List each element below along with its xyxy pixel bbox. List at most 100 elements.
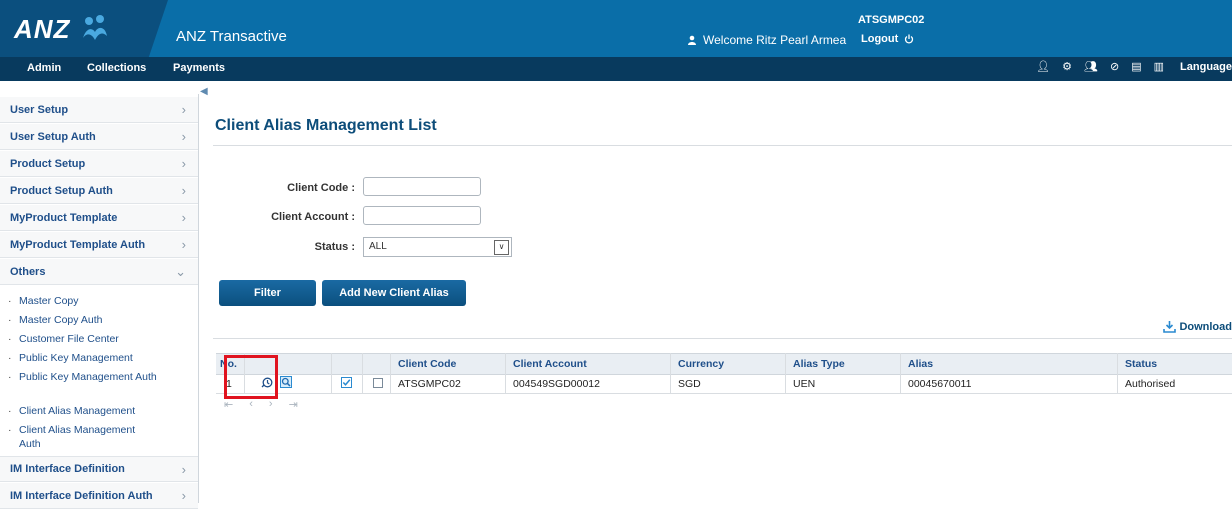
- row-select-checkbox[interactable]: [373, 378, 383, 388]
- cell-currency: SGD: [678, 378, 701, 390]
- sidebar-item-label: Others: [10, 265, 46, 278]
- profile-icon[interactable]: 👤︎: [1036, 60, 1050, 73]
- chevron-right-icon: ›: [181, 102, 186, 117]
- block-icon[interactable]: ⊘: [1110, 60, 1119, 73]
- sidebar-item-user-setup[interactable]: User Setup ›: [0, 97, 198, 123]
- sidebar-subitem-client-alias-management[interactable]: Client Alias Management: [8, 404, 193, 418]
- add-new-client-alias-button[interactable]: Add New Client Alias: [322, 280, 466, 306]
- column-header-alias[interactable]: Alias: [908, 358, 933, 370]
- column-header-client-code[interactable]: Client Code: [398, 358, 456, 370]
- cell-status: Authorised: [1125, 378, 1176, 390]
- sidebar-item-im-interface-definition[interactable]: IM Interface Definition ›: [0, 456, 198, 482]
- chevron-right-icon: ›: [181, 183, 186, 198]
- chevron-down-icon: ∨: [494, 240, 509, 255]
- chevron-right-icon: ›: [181, 237, 186, 252]
- table-row[interactable]: 1 ATSGMPC02 004549SGD00012 SGD UEN 00045…: [216, 374, 1232, 394]
- sidebar-item-label: IM Interface Definition: [10, 463, 125, 475]
- sidebar-item-label: MyProduct Template Auth: [10, 238, 146, 251]
- client-account-input[interactable]: [363, 206, 481, 225]
- sidebar-subitem-customer-file-center[interactable]: Customer File Center: [8, 332, 193, 346]
- magnifier-icon[interactable]: [280, 376, 292, 388]
- logo-text: ANZ: [14, 14, 71, 44]
- sidebar-subitem-label: Public Key Management: [19, 352, 133, 364]
- sidebar-subitem-client-alias-management-auth[interactable]: Client Alias Management Auth: [8, 423, 158, 451]
- sidebar-item-label: Product Setup: [10, 157, 86, 170]
- sidebar-item-others[interactable]: Others ⌄: [0, 259, 198, 285]
- download-icon: [1163, 321, 1177, 333]
- sidebar-subitem-public-key-management[interactable]: Public Key Management: [8, 351, 193, 365]
- welcome-message: Welcome Ritz Pearl Armea: [687, 33, 846, 47]
- sidebar-item-myproduct-template[interactable]: MyProduct Template ›: [0, 205, 198, 231]
- sidebar-item-label: User Setup: [10, 103, 69, 116]
- language-menu[interactable]: Language: [1180, 61, 1232, 73]
- column-header-alias-type[interactable]: Alias Type: [793, 358, 845, 370]
- nav-toolbar: 👤︎ ⚙ 👥︎ ⊘ ▤ ▥ Language: [1036, 60, 1232, 74]
- export-icon[interactable]: ▤: [1131, 60, 1141, 73]
- chevron-right-icon: ›: [181, 129, 186, 144]
- sidebar-subitem-label: Public Key Management Auth: [19, 371, 157, 383]
- client-code-label: Client Code :: [287, 182, 355, 194]
- sidebar-subitem-public-key-management-auth[interactable]: Public Key Management Auth: [8, 370, 158, 384]
- status-select-value: ALL: [369, 241, 387, 252]
- anz-logo: ANZ: [0, 0, 168, 60]
- sidebar-subitem-label: Master Copy Auth: [19, 314, 103, 326]
- collapse-sidebar-icon[interactable]: ◀: [200, 86, 208, 97]
- previous-page-icon[interactable]: ‹: [249, 398, 253, 410]
- sidebar-item-label: User Setup Auth: [10, 130, 96, 143]
- last-page-icon[interactable]: ⇥: [289, 398, 298, 411]
- sidebar-subitem-label: Customer File Center: [19, 333, 119, 345]
- divider: [213, 338, 1232, 339]
- nav-admin[interactable]: Admin: [27, 62, 61, 74]
- user-icon: [688, 35, 696, 45]
- sidebar-item-im-interface-definition-auth[interactable]: IM Interface Definition Auth ›: [0, 483, 198, 509]
- sidebar-item-myproduct-template-auth[interactable]: MyProduct Template Auth ›: [0, 232, 198, 258]
- download-link[interactable]: Download: [1163, 320, 1232, 333]
- sidebar-item-product-setup-auth[interactable]: Product Setup Auth ›: [0, 178, 198, 204]
- client-account-label: Client Account :: [271, 211, 355, 223]
- chevron-right-icon: ›: [181, 488, 186, 503]
- sidebar-subitem-master-copy[interactable]: Master Copy: [8, 294, 193, 308]
- filter-button[interactable]: Filter: [219, 280, 316, 306]
- chevron-down-icon: ⌄: [175, 263, 186, 279]
- column-header-client-account[interactable]: Client Account: [513, 358, 587, 370]
- cell-client-account: 004549SGD00012: [513, 378, 600, 390]
- page-title: Client Alias Management List: [215, 117, 437, 134]
- welcome-text: Welcome Ritz Pearl Armea: [703, 33, 847, 47]
- sidebar-subitem-label: Client Alias Management Auth: [19, 424, 136, 450]
- logout-link[interactable]: Logout: [861, 33, 914, 45]
- nav-payments[interactable]: Payments: [173, 62, 225, 74]
- status-label: Status :: [314, 241, 355, 253]
- status-select[interactable]: ALL ∨: [363, 237, 512, 257]
- sidebar-item-label: IM Interface Definition Auth: [10, 489, 153, 502]
- power-icon: [905, 34, 914, 44]
- client-code-input[interactable]: [363, 177, 481, 196]
- checked-checkbox[interactable]: [341, 377, 352, 388]
- divider: [213, 145, 1232, 146]
- cell-alias: 00045670011: [908, 378, 972, 390]
- table-header: No. Client Code Client Account Currency …: [216, 353, 1232, 375]
- sidebar-subitem-master-copy-auth[interactable]: Master Copy Auth: [8, 313, 193, 327]
- column-header-currency[interactable]: Currency: [678, 358, 724, 370]
- logout-label: Logout: [861, 33, 899, 45]
- first-page-icon[interactable]: ⇤: [224, 398, 233, 411]
- settings-icon[interactable]: ⚙: [1062, 60, 1072, 73]
- download-label: Download: [1179, 320, 1232, 333]
- sidebar-item-product-setup[interactable]: Product Setup ›: [0, 151, 198, 177]
- anz-people-icon: [83, 15, 107, 40]
- cell-alias-type: UEN: [793, 378, 816, 390]
- next-page-icon[interactable]: ›: [269, 398, 273, 410]
- users-icon[interactable]: 👥︎: [1084, 60, 1098, 73]
- sidebar-item-label: Product Setup Auth: [10, 184, 113, 197]
- main-nav: Admin Collections Payments 👤︎ ⚙ 👥︎ ⊘ ▤ ▥…: [0, 57, 1232, 81]
- chevron-right-icon: ›: [181, 210, 186, 225]
- sidebar-item-user-setup-auth[interactable]: User Setup Auth ›: [0, 124, 198, 150]
- sidebar-item-label: MyProduct Template: [10, 211, 118, 224]
- top-header: ANZ ANZ Transactive ATSGMPC02 Welcome Ri…: [0, 0, 1232, 60]
- sidebar-subitem-label: Master Copy: [19, 295, 79, 307]
- import-icon[interactable]: ▥: [1154, 60, 1164, 73]
- column-header-status[interactable]: Status: [1125, 358, 1157, 370]
- chevron-right-icon: ›: [181, 156, 186, 171]
- user-id: ATSGMPC02: [858, 14, 925, 26]
- nav-collections[interactable]: Collections: [87, 62, 146, 74]
- sidebar-subitem-label: Client Alias Management: [19, 405, 136, 417]
